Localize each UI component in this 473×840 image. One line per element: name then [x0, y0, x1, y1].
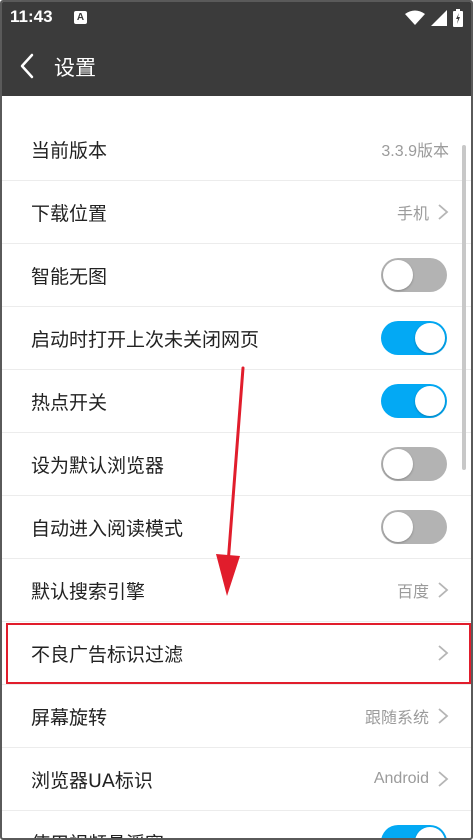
setting-row-8[interactable]: 不良广告标识过滤 [2, 622, 471, 685]
setting-label: 设为默认浏览器 [31, 454, 165, 477]
setting-row-9[interactable]: 屏幕旋转 跟随系统 [2, 685, 471, 748]
scrollbar[interactable] [462, 145, 466, 470]
chevron-right-icon [438, 582, 449, 598]
setting-label: 不良广告标识过滤 [31, 643, 184, 666]
back-arrow-icon [20, 53, 34, 79]
chevron-right-icon [438, 708, 449, 724]
setting-label: 使用视频悬浮窗 [31, 829, 381, 839]
toggle-switch[interactable] [381, 384, 447, 418]
setting-label: 智能无图 [31, 265, 108, 288]
status-icons [405, 9, 463, 27]
toggle-switch[interactable] [381, 447, 447, 481]
setting-row-11[interactable]: 使用视频悬浮窗 [2, 811, 471, 839]
setting-label: 自动进入阅读模式 [31, 517, 184, 540]
toggle-knob [415, 386, 445, 416]
setting-label: 屏幕旋转 [31, 706, 108, 729]
toggle-switch[interactable] [381, 321, 447, 355]
setting-label: 浏览器UA标识 [31, 769, 153, 792]
setting-row-3[interactable]: 启动时打开上次未关闭网页 [2, 307, 471, 370]
setting-value: 3.3.9版本 [381, 143, 449, 160]
toggle-knob [383, 449, 413, 479]
setting-row-1[interactable]: 下载位置 手机 [2, 181, 471, 244]
chevron-right-icon [438, 771, 449, 787]
status-bar: 11:43 A [2, 2, 471, 34]
toggle-switch[interactable] [381, 258, 447, 292]
toggle-knob [415, 323, 445, 353]
notification-a-icon: A [74, 11, 87, 24]
signal-icon [431, 10, 447, 26]
setting-label: 启动时打开上次未关闭网页 [31, 328, 260, 351]
annotation-arrow [216, 366, 245, 596]
setting-value: 手机 [396, 206, 429, 223]
setting-row-2[interactable]: 智能无图 [2, 244, 471, 307]
setting-label: 下载位置 [31, 202, 108, 225]
app-frame: 11:43 A 设置 当前版本 3.3.9版本下载位置 手机智能无图启动时打开上次未… [0, 0, 473, 840]
battery-icon [453, 9, 463, 27]
setting-label: 热点开关 [31, 391, 108, 414]
chevron-right-icon [438, 204, 449, 220]
toggle-knob [383, 260, 413, 290]
chevron-right-icon [438, 645, 449, 661]
wifi-icon [405, 10, 425, 25]
toggle-switch[interactable] [381, 510, 447, 544]
toggle-knob [415, 827, 445, 838]
toggle-switch[interactable] [381, 825, 447, 838]
back-button[interactable] [14, 51, 44, 81]
setting-value: 百度 [396, 584, 429, 601]
status-time: 11:43 [10, 7, 53, 26]
setting-value: 跟随系统 [364, 710, 429, 727]
setting-label: 当前版本 [31, 139, 108, 162]
toggle-knob [383, 512, 413, 542]
setting-value: Android [373, 770, 429, 787]
page-title: 设置 [54, 56, 96, 80]
title-bar: 设置 [2, 34, 471, 96]
setting-row-10[interactable]: 浏览器UA标识 Android [2, 748, 471, 811]
setting-row-0[interactable]: 当前版本 3.3.9版本 [2, 118, 471, 181]
